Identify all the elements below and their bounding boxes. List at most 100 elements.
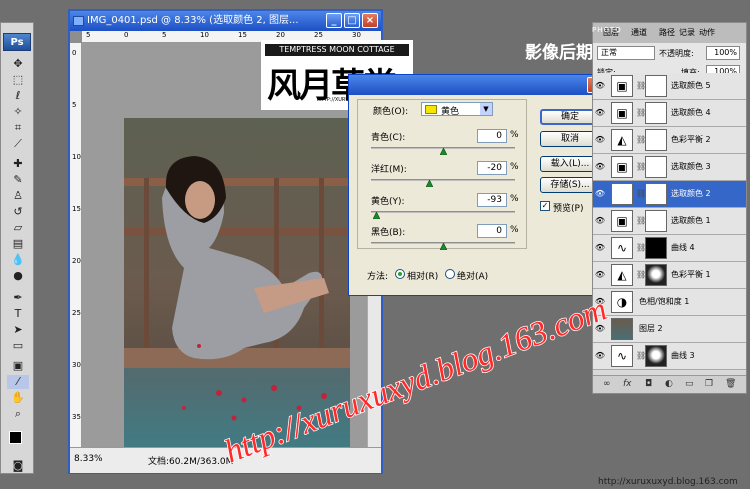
opacity-field[interactable]: 100%	[706, 46, 740, 60]
tab-history[interactable]: 记录	[679, 27, 695, 38]
visibility-eye-icon[interactable]: 👁	[594, 107, 606, 119]
layer-row[interactable]: 👁 ◭ ⛓ 色彩平衡 1	[593, 262, 746, 289]
percent-sign: %	[510, 194, 519, 204]
blend-mode-select[interactable]: 正常	[597, 46, 655, 60]
move-tool-icon[interactable]: ✥	[7, 57, 29, 71]
notes-tool-icon[interactable]: ▣	[7, 359, 29, 373]
layer-mask-thumbnail[interactable]	[645, 210, 667, 232]
slice-tool-icon[interactable]: ⟋	[7, 137, 29, 151]
gradient-tool-icon[interactable]: ▤	[7, 237, 29, 251]
layer-mask-thumbnail[interactable]	[645, 183, 667, 205]
blur-tool-icon[interactable]: 💧	[7, 253, 29, 267]
layer-row[interactable]: 👁 ∿ ⛓ 曲线 4	[593, 235, 746, 262]
layer-mask-thumbnail[interactable]	[645, 237, 667, 259]
visibility-eye-icon[interactable]: 👁	[594, 242, 606, 254]
adjustment-layer-icon[interactable]: ◐	[665, 379, 673, 389]
layer-row[interactable]: 👁 ▣ ⛓ 选取颜色 2	[593, 181, 746, 208]
layer-row[interactable]: 👁 ▣ ⛓ 选取颜色 4	[593, 100, 746, 127]
history-brush-tool-icon[interactable]: ↺	[7, 205, 29, 219]
tab-paths[interactable]: 路径	[659, 27, 675, 38]
link-layers-icon[interactable]: ∞	[603, 379, 611, 389]
visibility-eye-icon[interactable]: 👁	[594, 215, 606, 227]
dialog-title-bar[interactable]	[349, 75, 605, 95]
visibility-eye-icon[interactable]: 👁	[594, 269, 606, 281]
save-button[interactable]: 存储(S)...	[540, 177, 600, 193]
new-group-icon[interactable]: ▭	[685, 379, 694, 389]
layer-row[interactable]: 👁 ∿ ⛓ 曲线 3	[593, 343, 746, 370]
lasso-tool-icon[interactable]: ℓ	[7, 89, 29, 103]
visibility-eye-icon[interactable]: 👁	[594, 350, 606, 362]
visibility-eye-icon[interactable]: 👁	[594, 134, 606, 146]
visibility-eye-icon[interactable]: 👁	[594, 161, 606, 173]
maximize-button[interactable]: □	[344, 13, 360, 28]
layer-row[interactable]: 👁 ▣ ⛓ 选取颜色 5	[593, 73, 746, 100]
type-tool-icon[interactable]: T	[7, 307, 29, 321]
healing-brush-tool-icon[interactable]: ✚	[7, 157, 29, 171]
preview-checkbox[interactable]: ✓	[540, 201, 550, 211]
method-label: 方法:	[367, 272, 389, 282]
quick-mask-icon[interactable]: ◙	[7, 459, 29, 473]
layer-mask-thumbnail[interactable]	[645, 264, 667, 286]
brush-tool-icon[interactable]: ✎	[7, 173, 29, 187]
zoom-tool-icon[interactable]: ⌕	[7, 407, 29, 421]
method-relative-label: 相对(R)	[407, 272, 439, 282]
layer-style-icon[interactable]: fx	[623, 379, 632, 389]
layer-mask-thumbnail[interactable]	[645, 129, 667, 151]
dodge-tool-icon[interactable]: ●	[7, 269, 29, 283]
delete-layer-icon[interactable]: 🗑	[725, 379, 736, 389]
visibility-eye-icon[interactable]: 👁	[594, 188, 606, 200]
layer-row[interactable]: 👁 ▣ ⛓ 选取颜色 3	[593, 154, 746, 181]
eraser-tool-icon[interactable]: ▱	[7, 221, 29, 235]
slider-thumb[interactable]	[440, 243, 447, 250]
slider-track[interactable]	[371, 211, 515, 213]
new-layer-icon[interactable]: ❐	[705, 379, 713, 389]
slider-thumb[interactable]	[440, 148, 447, 155]
cancel-button[interactable]: 取消	[540, 131, 600, 147]
ok-button[interactable]: 确定	[540, 109, 600, 125]
layer-row[interactable]: 👁 ▣ ⛓ 选取颜色 1	[593, 208, 746, 235]
layer-mask-thumbnail[interactable]	[645, 156, 667, 178]
minimize-button[interactable]: _	[326, 13, 342, 28]
visibility-eye-icon[interactable]: 👁	[594, 323, 606, 335]
clone-stamp-tool-icon[interactable]: ♙	[7, 189, 29, 203]
pen-tool-icon[interactable]: ✒	[7, 291, 29, 305]
slider-thumb[interactable]	[425, 180, 433, 187]
slider-track[interactable]	[371, 179, 515, 181]
slider-value-field[interactable]: -93	[477, 193, 507, 207]
layer-mask-thumbnail[interactable]	[645, 345, 667, 367]
foreground-color-swatch[interactable]	[9, 431, 22, 444]
layer-row[interactable]: 👁 ◭ ⛓ 色彩平衡 2	[593, 127, 746, 154]
tab-channels[interactable]: 通道	[631, 27, 647, 38]
color-select-dropdown[interactable]: 黄色 ▼	[421, 102, 493, 117]
slider-value-field[interactable]: 0	[477, 129, 507, 143]
slider-label: 黄色(Y):	[371, 197, 405, 207]
layer-row[interactable]: 👁 ◑ 色相/饱和度 1	[593, 289, 746, 316]
method-relative-radio[interactable]	[395, 269, 405, 279]
layer-mask-thumbnail[interactable]	[645, 102, 667, 124]
magic-wand-tool-icon[interactable]: ✧	[7, 105, 29, 119]
chevron-down-icon[interactable]: ▼	[480, 103, 492, 115]
layer-name: 色彩平衡 2	[671, 135, 711, 144]
crop-tool-icon[interactable]: ⌗	[7, 121, 29, 135]
slider-thumb[interactable]	[373, 212, 381, 219]
load-button[interactable]: 载入(L)...	[540, 156, 600, 172]
visibility-eye-icon[interactable]: 👁	[594, 80, 606, 92]
shape-tool-icon[interactable]: ▭	[7, 339, 29, 353]
eyedropper-tool-icon[interactable]: ⁄	[7, 375, 29, 389]
layer-name: 选取颜色 1	[671, 216, 711, 225]
add-mask-icon[interactable]: ◘	[645, 379, 652, 389]
visibility-eye-icon[interactable]: 👁	[594, 296, 606, 308]
photo-canvas[interactable]	[124, 118, 350, 458]
ruler-vertical: 0 5 10 15 20 25 30 35	[70, 43, 82, 447]
layer-mask-thumbnail[interactable]	[645, 75, 667, 97]
close-button[interactable]: ×	[362, 13, 378, 28]
zoom-level[interactable]: 8.33%	[74, 454, 103, 464]
slider-value-field[interactable]: 0	[477, 224, 507, 238]
slider-value-field[interactable]: -20	[477, 161, 507, 175]
method-absolute-radio[interactable]	[445, 269, 455, 279]
layer-row[interactable]: 👁 图层 2	[593, 316, 746, 343]
hand-tool-icon[interactable]: ✋	[7, 391, 29, 405]
path-selection-tool-icon[interactable]: ➤	[7, 323, 29, 337]
marquee-tool-icon[interactable]: ⬚	[7, 73, 29, 87]
tab-actions[interactable]: 动作	[699, 27, 715, 38]
